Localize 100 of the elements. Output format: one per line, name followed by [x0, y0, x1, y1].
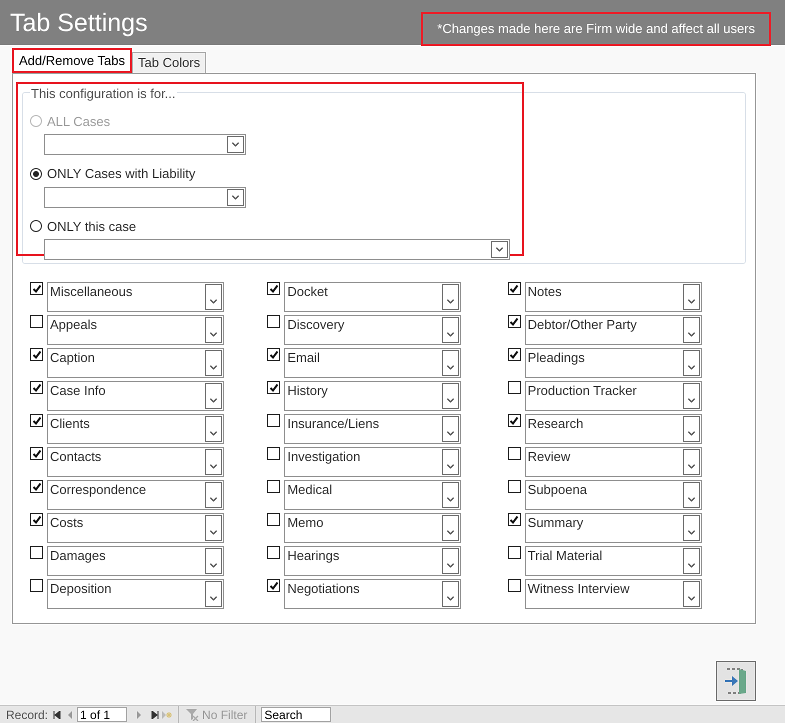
checkbox[interactable]: [267, 546, 280, 559]
dropdown-button[interactable]: [442, 581, 460, 607]
checkbox[interactable]: [508, 315, 521, 328]
dropdown-button[interactable]: [682, 449, 700, 475]
checkbox[interactable]: [30, 381, 43, 394]
checkbox[interactable]: [267, 414, 280, 427]
tab-name-field[interactable]: Debtor/Other Party: [524, 315, 702, 345]
tab[interactable]: Add/Remove Tabs: [12, 48, 132, 73]
tab-name-field[interactable]: Insurance/Liens: [284, 414, 462, 444]
tab-name-field[interactable]: Appeals: [47, 315, 224, 345]
tab-name-field[interactable]: Pleadings: [524, 348, 702, 378]
dropdown-button[interactable]: [205, 449, 222, 475]
radio-option[interactable]: ONLY Cases with Liability: [30, 164, 510, 184]
tab-name-field[interactable]: Correspondence: [47, 480, 224, 510]
tab-name-field[interactable]: Research: [524, 414, 702, 444]
radio-button[interactable]: [30, 220, 42, 232]
dropdown-button[interactable]: [205, 581, 222, 607]
tab-name-field[interactable]: Memo: [284, 513, 462, 543]
dropdown-button[interactable]: [682, 515, 700, 541]
tab-name-field[interactable]: Summary: [524, 513, 702, 543]
dropdown-button[interactable]: [442, 350, 460, 376]
tab-name-field[interactable]: Damages: [47, 546, 224, 576]
dropdown-button[interactable]: [442, 317, 460, 343]
tab-name-field[interactable]: Costs: [47, 513, 224, 543]
dropdown-button[interactable]: [682, 416, 700, 442]
dropdown-button[interactable]: [442, 515, 460, 541]
checkbox[interactable]: [267, 480, 280, 493]
checkbox[interactable]: [267, 348, 280, 361]
tab-name-field[interactable]: Miscellaneous: [47, 282, 224, 312]
tab-name-field[interactable]: Witness Interview: [524, 579, 702, 609]
dropdown-button[interactable]: [205, 317, 222, 343]
checkbox[interactable]: [267, 381, 280, 394]
checkbox[interactable]: [30, 348, 43, 361]
record-position-field[interactable]: 1 of 1: [77, 707, 128, 722]
checkbox[interactable]: [508, 381, 521, 394]
radio-button[interactable]: [30, 168, 42, 180]
checkbox[interactable]: [508, 546, 521, 559]
dropdown-button[interactable]: [442, 548, 460, 574]
dropdown-button[interactable]: [205, 383, 222, 409]
checkbox[interactable]: [30, 315, 43, 328]
tab-name-field[interactable]: Hearings: [284, 546, 462, 576]
dropdown-button[interactable]: [205, 482, 222, 508]
tab-name-field[interactable]: Contacts: [47, 447, 224, 477]
checkbox[interactable]: [30, 447, 43, 460]
tab-name-field[interactable]: Notes: [524, 282, 702, 312]
dropdown-button[interactable]: [442, 449, 460, 475]
tab-name-field[interactable]: Trial Material: [524, 546, 702, 576]
checkbox[interactable]: [508, 579, 521, 592]
checkbox[interactable]: [30, 282, 43, 295]
exit-button[interactable]: [716, 661, 756, 701]
checkbox[interactable]: [508, 414, 521, 427]
checkbox[interactable]: [267, 282, 280, 295]
tab-name-field[interactable]: Caption: [47, 348, 224, 378]
checkbox[interactable]: [30, 546, 43, 559]
tab-name-field[interactable]: Email: [284, 348, 462, 378]
dropdown-button[interactable]: [442, 383, 460, 409]
tab-name-field[interactable]: Negotiations: [284, 579, 462, 609]
tab-name-field[interactable]: Investigation: [284, 447, 462, 477]
dropdown-button[interactable]: [682, 284, 700, 310]
dropdown-button[interactable]: [227, 188, 244, 206]
checkbox[interactable]: [267, 513, 280, 526]
dropdown-button[interactable]: [682, 383, 700, 409]
tab-name-field[interactable]: Production Tracker: [524, 381, 702, 411]
checkbox[interactable]: [267, 315, 280, 328]
tab[interactable]: Tab Colors: [132, 52, 206, 73]
dropdown-button[interactable]: [205, 284, 222, 310]
dropdown-button[interactable]: [682, 548, 700, 574]
dropdown-button[interactable]: [442, 482, 460, 508]
dropdown-button[interactable]: [682, 482, 700, 508]
checkbox[interactable]: [30, 414, 43, 427]
checkbox[interactable]: [508, 447, 521, 460]
last-record-icon[interactable]: [151, 710, 160, 718]
dropdown-button[interactable]: [491, 241, 508, 258]
tab-name-field[interactable]: Case Info: [47, 381, 224, 411]
tab-name-field[interactable]: Discovery: [284, 315, 462, 345]
checkbox[interactable]: [30, 513, 43, 526]
checkbox[interactable]: [508, 480, 521, 493]
dropdown-button[interactable]: [205, 416, 222, 442]
dropdown-button[interactable]: [205, 548, 222, 574]
dropdown-button[interactable]: [205, 350, 222, 376]
tab-name-field[interactable]: History: [284, 381, 462, 411]
dropdown-button[interactable]: [442, 416, 460, 442]
dropdown-button[interactable]: [682, 317, 700, 343]
checkbox[interactable]: [267, 579, 280, 592]
search-field[interactable]: Search: [261, 707, 332, 722]
dropdown-button[interactable]: [682, 350, 700, 376]
checkbox[interactable]: [508, 348, 521, 361]
dropdown-button[interactable]: [205, 515, 222, 541]
dropdown-button[interactable]: [682, 581, 700, 607]
checkbox[interactable]: [30, 480, 43, 493]
checkbox[interactable]: [267, 447, 280, 460]
checkbox[interactable]: [30, 579, 43, 592]
tab-name-field[interactable]: Subpoena: [524, 480, 702, 510]
radio-option[interactable]: ONLY this case: [30, 216, 510, 236]
first-record-icon[interactable]: [53, 710, 62, 718]
checkbox[interactable]: [508, 513, 521, 526]
dropdown-button[interactable]: [442, 284, 460, 310]
tab-name-field[interactable]: Clients: [47, 414, 224, 444]
tab-name-field[interactable]: Medical: [284, 480, 462, 510]
dropdown-button[interactable]: [227, 136, 244, 153]
